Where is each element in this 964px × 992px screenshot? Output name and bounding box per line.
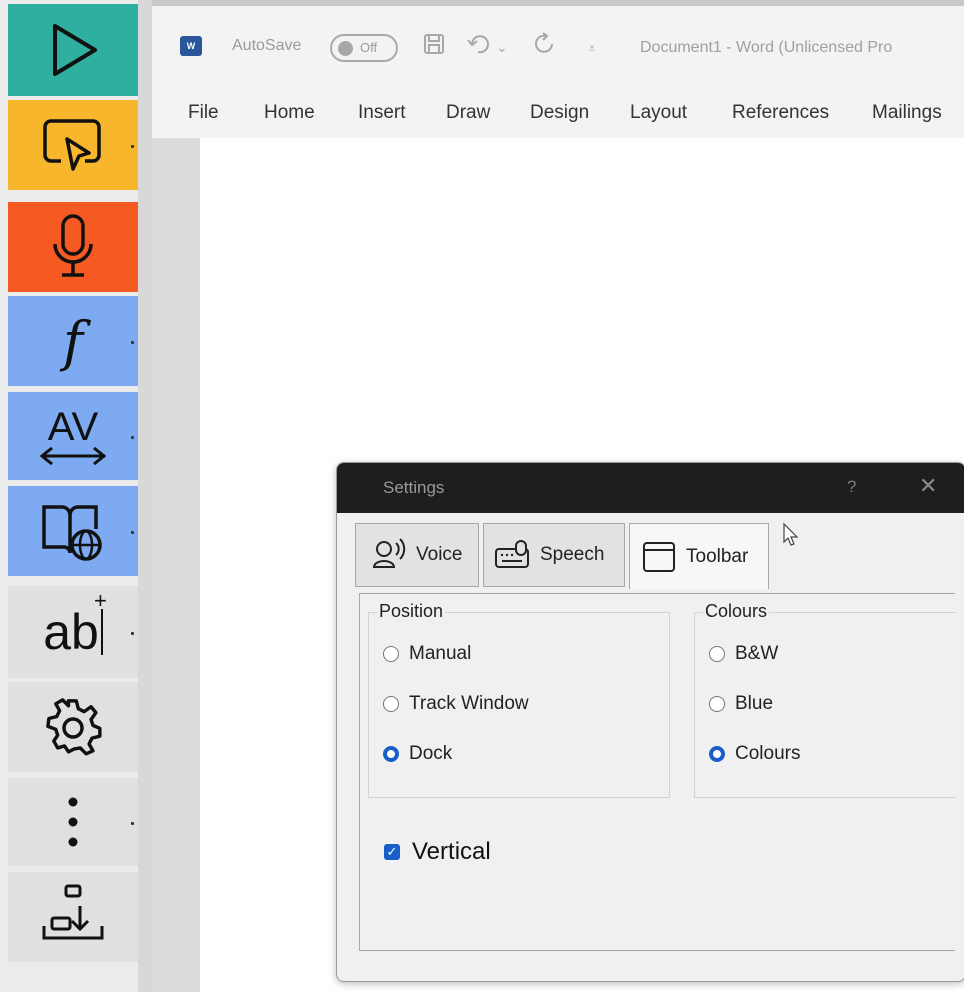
colours-label: Colours: [703, 601, 770, 622]
vertical-dots-icon: [68, 797, 78, 847]
colours-group: Colours B&W Blue Colours: [694, 601, 956, 798]
tab-draw[interactable]: Draw: [446, 102, 490, 124]
tab-toolbar[interactable]: Toolbar: [629, 523, 769, 589]
save-icon[interactable]: [422, 32, 446, 62]
radio-dock-label: Dock: [409, 743, 453, 764]
voice-icon: [372, 538, 406, 568]
character-spacing-button[interactable]: AV: [8, 392, 138, 480]
help-icon[interactable]: ?: [847, 477, 856, 497]
radio-colours-label: Colours: [735, 743, 801, 764]
radio-manual[interactable]: Manual: [383, 643, 471, 665]
horizontal-arrows-icon: [39, 447, 107, 465]
more-options-button[interactable]: [8, 778, 138, 866]
position-label: Position: [377, 601, 446, 622]
radio-button[interactable]: [383, 646, 399, 662]
text-insert-icon: ab: [43, 604, 99, 660]
window-icon: [643, 541, 675, 572]
settings-button[interactable]: [8, 682, 138, 772]
toolbar-edge: [138, 0, 152, 992]
tab-mailings[interactable]: Mailings: [872, 102, 942, 124]
play-icon: [53, 24, 97, 76]
tab-references[interactable]: References: [732, 102, 829, 124]
radio-manual-label: Manual: [409, 643, 472, 664]
font-style-button[interactable]: f: [8, 296, 138, 386]
radio-bw-label: B&W: [735, 643, 779, 664]
vertical-checkbox-row[interactable]: ✓ Vertical: [384, 838, 491, 866]
floating-toolbar: f AV ab +: [0, 0, 142, 992]
autosave-label: AutoSave: [232, 37, 302, 54]
mouse-cursor-icon: [783, 522, 799, 546]
radio-dock[interactable]: Dock: [383, 743, 452, 765]
radio-button-selected[interactable]: [709, 746, 725, 762]
tab-file[interactable]: File: [188, 102, 219, 124]
font-style-icon: f: [63, 309, 83, 373]
tab-voice-label: Voice: [416, 544, 463, 565]
position-group: Position Manual Track Window Dock: [368, 601, 670, 798]
gear-icon: [46, 698, 102, 756]
radio-blue[interactable]: Blue: [709, 693, 773, 715]
book-globe-icon: [42, 505, 102, 561]
undo-icon[interactable]: [466, 32, 492, 62]
autosave-state: Off: [360, 40, 378, 55]
character-spacing-label: AV: [47, 405, 99, 449]
settings-dialog: Settings ? ✕ Voice Speech Toolbar Positi…: [336, 462, 964, 982]
radio-button[interactable]: [383, 696, 399, 712]
microphone-icon: [53, 214, 93, 277]
tab-home[interactable]: Home: [264, 102, 315, 124]
word-logo-icon: W: [180, 36, 202, 56]
undo-dropdown-icon[interactable]: ⌄: [496, 39, 508, 56]
ribbon-tabs: File Home Insert Draw Design Layout Refe…: [152, 94, 964, 138]
tab-speech-label: Speech: [540, 544, 605, 565]
customize-quick-access-icon[interactable]: ⩡: [588, 40, 596, 57]
screen-pointer-icon: [43, 119, 101, 171]
dropdown-caret-icon: [131, 531, 134, 534]
dropdown-caret-icon: [131, 341, 134, 344]
screen-pointer-button[interactable]: [8, 100, 138, 190]
vertical-checkbox[interactable]: ✓: [384, 844, 400, 860]
radio-track-window-label: Track Window: [409, 693, 529, 714]
tab-insert[interactable]: Insert: [358, 102, 406, 124]
dialog-title: Settings: [383, 478, 445, 497]
play-button[interactable]: [8, 4, 138, 96]
dialog-title-bar[interactable]: Settings ? ✕: [337, 463, 964, 513]
autosave-toggle[interactable]: Off: [330, 34, 398, 62]
document-title: Document1 - Word (Unlicensed Pro: [640, 39, 893, 56]
vertical-label: Vertical: [412, 838, 491, 865]
tab-layout[interactable]: Layout: [630, 102, 687, 124]
dropdown-caret-icon: [131, 145, 134, 148]
tab-toolbar-label: Toolbar: [686, 545, 749, 567]
download-tray-icon: [42, 884, 104, 940]
radio-bw[interactable]: B&W: [709, 643, 778, 665]
text-insert-button[interactable]: ab +: [8, 586, 138, 678]
text-cursor-icon: [100, 609, 103, 655]
dropdown-caret-icon: [131, 436, 134, 439]
redo-icon[interactable]: [532, 32, 558, 62]
toolbar-settings-panel: Position Manual Track Window Dock Colour…: [359, 593, 956, 951]
microphone-button[interactable]: [8, 202, 138, 292]
translate-dictionary-button[interactable]: [8, 486, 138, 576]
download-tray-button[interactable]: [8, 872, 138, 962]
radio-button-selected[interactable]: [383, 746, 399, 762]
dropdown-caret-icon: [131, 822, 134, 825]
radio-colours[interactable]: Colours: [709, 743, 800, 765]
title-bar: W AutoSave Off ⌄ ⩡ Document1 - Word (Unl…: [152, 6, 964, 90]
tab-design[interactable]: Design: [530, 102, 589, 124]
radio-track-window[interactable]: Track Window: [383, 693, 529, 715]
plus-icon: +: [94, 588, 107, 613]
close-icon[interactable]: ✕: [919, 473, 937, 499]
radio-button[interactable]: [709, 646, 725, 662]
radio-blue-label: Blue: [735, 693, 774, 714]
radio-button[interactable]: [709, 696, 725, 712]
keyboard-mouse-icon: [495, 540, 529, 568]
tab-speech[interactable]: Speech: [483, 523, 625, 587]
tab-voice[interactable]: Voice: [355, 523, 479, 587]
toggle-knob: [338, 41, 353, 56]
dropdown-caret-icon: [131, 632, 134, 635]
